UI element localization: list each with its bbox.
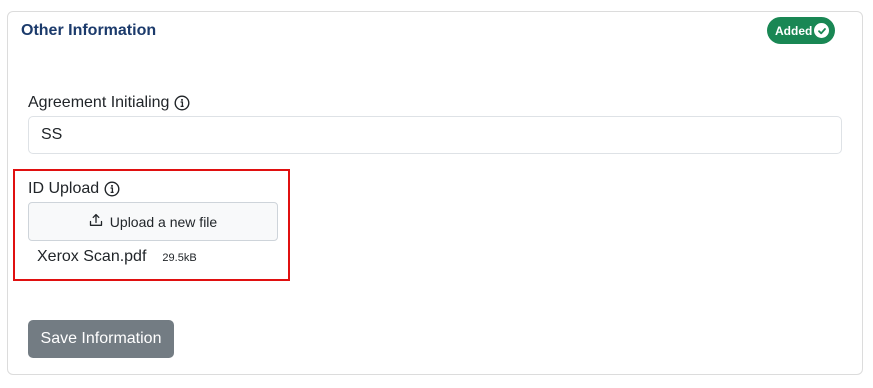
id-upload-label-row: ID Upload: [28, 180, 120, 198]
upload-new-file-button[interactable]: Upload a new file: [28, 202, 278, 241]
agreement-initialing-label-row: Agreement Initialing: [28, 94, 190, 112]
agreement-initialing-label: Agreement Initialing: [28, 94, 170, 111]
section-title: Other Information: [21, 22, 157, 39]
id-upload-label: ID Upload: [28, 180, 100, 197]
check-circle-icon: [814, 23, 829, 38]
uploaded-file-item: Xerox Scan.pdf 29.5kB: [37, 248, 197, 266]
agreement-initialing-input[interactable]: [28, 116, 842, 154]
file-size: 29.5kB: [162, 252, 197, 264]
upload-icon: [89, 213, 103, 230]
upload-button-label: Upload a new file: [109, 213, 218, 230]
info-circle-icon[interactable]: [104, 181, 120, 197]
file-name[interactable]: Xerox Scan.pdf: [37, 248, 146, 266]
info-circle-icon[interactable]: [174, 95, 190, 111]
added-status-badge: Added: [767, 17, 835, 44]
badge-label: Added: [775, 23, 813, 38]
save-information-button[interactable]: Save Information: [28, 320, 174, 358]
